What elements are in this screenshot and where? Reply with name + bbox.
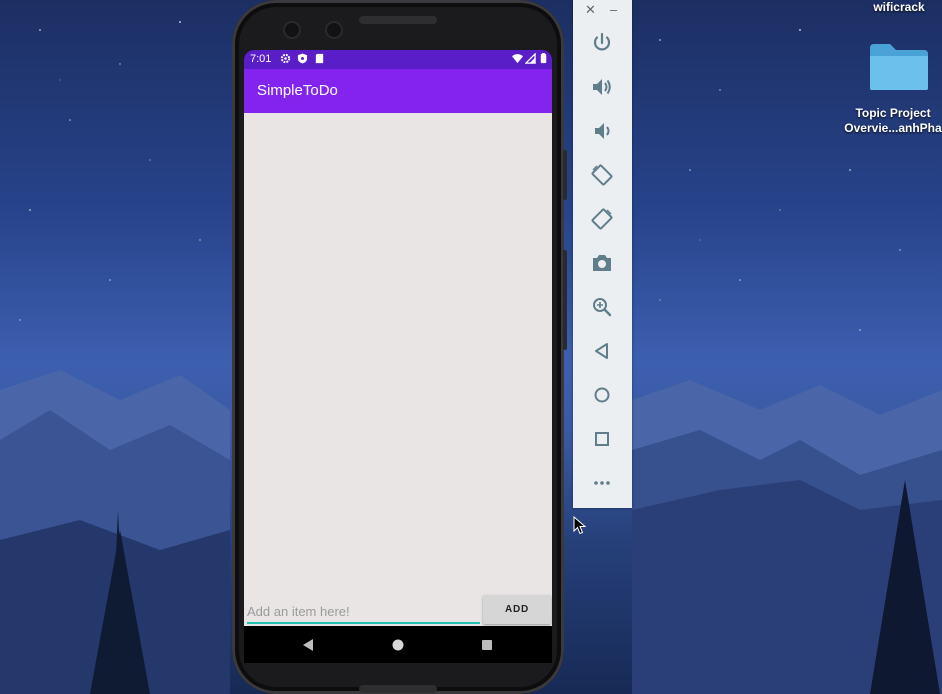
power-side-button — [563, 150, 567, 200]
back-icon[interactable] — [590, 339, 614, 363]
add-item-input[interactable] — [247, 600, 480, 624]
minimize-icon[interactable]: – — [610, 2, 617, 17]
close-icon[interactable]: ✕ — [585, 2, 596, 18]
folder-icon[interactable] — [868, 42, 930, 92]
front-sensor-icon — [327, 23, 341, 37]
wifi-icon — [512, 54, 523, 64]
rotate-right-icon[interactable] — [590, 207, 614, 231]
overview-icon[interactable] — [590, 427, 614, 451]
desktop-label-wificrack[interactable]: wificrack — [862, 0, 936, 15]
power-icon[interactable] — [590, 31, 614, 55]
back-icon[interactable] — [298, 635, 318, 655]
emulator-toolbar: ✕ – — [573, 0, 632, 508]
more-icon[interactable] — [590, 471, 614, 495]
phone-screen: 7:01 SimpleToDo Add an item here! ADD — [244, 50, 552, 663]
phone-frame: 7:01 SimpleToDo Add an item here! ADD — [232, 0, 567, 694]
volume-up-icon[interactable] — [590, 75, 614, 99]
mouse-cursor-icon — [573, 516, 587, 535]
camera-icon[interactable] — [590, 251, 614, 275]
home-icon[interactable] — [388, 635, 408, 655]
sd-card-icon — [315, 53, 324, 64]
folder-label-line2: Overvie...anhPha — [844, 121, 942, 135]
earpiece — [359, 16, 437, 24]
rotate-left-icon[interactable] — [590, 163, 614, 187]
front-camera-icon — [285, 23, 299, 37]
status-time: 7:01 — [250, 53, 272, 65]
status-bar: 7:01 — [244, 50, 552, 69]
home-icon[interactable] — [590, 383, 614, 407]
volume-side-button — [563, 250, 567, 350]
nav-bar — [244, 626, 552, 663]
app-bar: SimpleToDo — [244, 69, 552, 113]
folder-label[interactable]: Topic Project Overvie...anhPha — [838, 106, 942, 136]
recents-icon[interactable] — [477, 635, 497, 655]
settings-icon — [280, 53, 291, 64]
bottom-speaker — [359, 685, 437, 693]
folder-label-line1: Topic Project — [855, 106, 931, 120]
signal-icon — [525, 53, 536, 64]
todo-list[interactable] — [244, 113, 552, 626]
app-title: SimpleToDo — [257, 82, 338, 99]
volume-down-icon[interactable] — [590, 119, 614, 143]
zoom-icon[interactable] — [590, 295, 614, 319]
shield-icon — [297, 53, 308, 64]
add-button[interactable]: ADD — [483, 595, 551, 624]
battery-icon — [540, 53, 547, 64]
